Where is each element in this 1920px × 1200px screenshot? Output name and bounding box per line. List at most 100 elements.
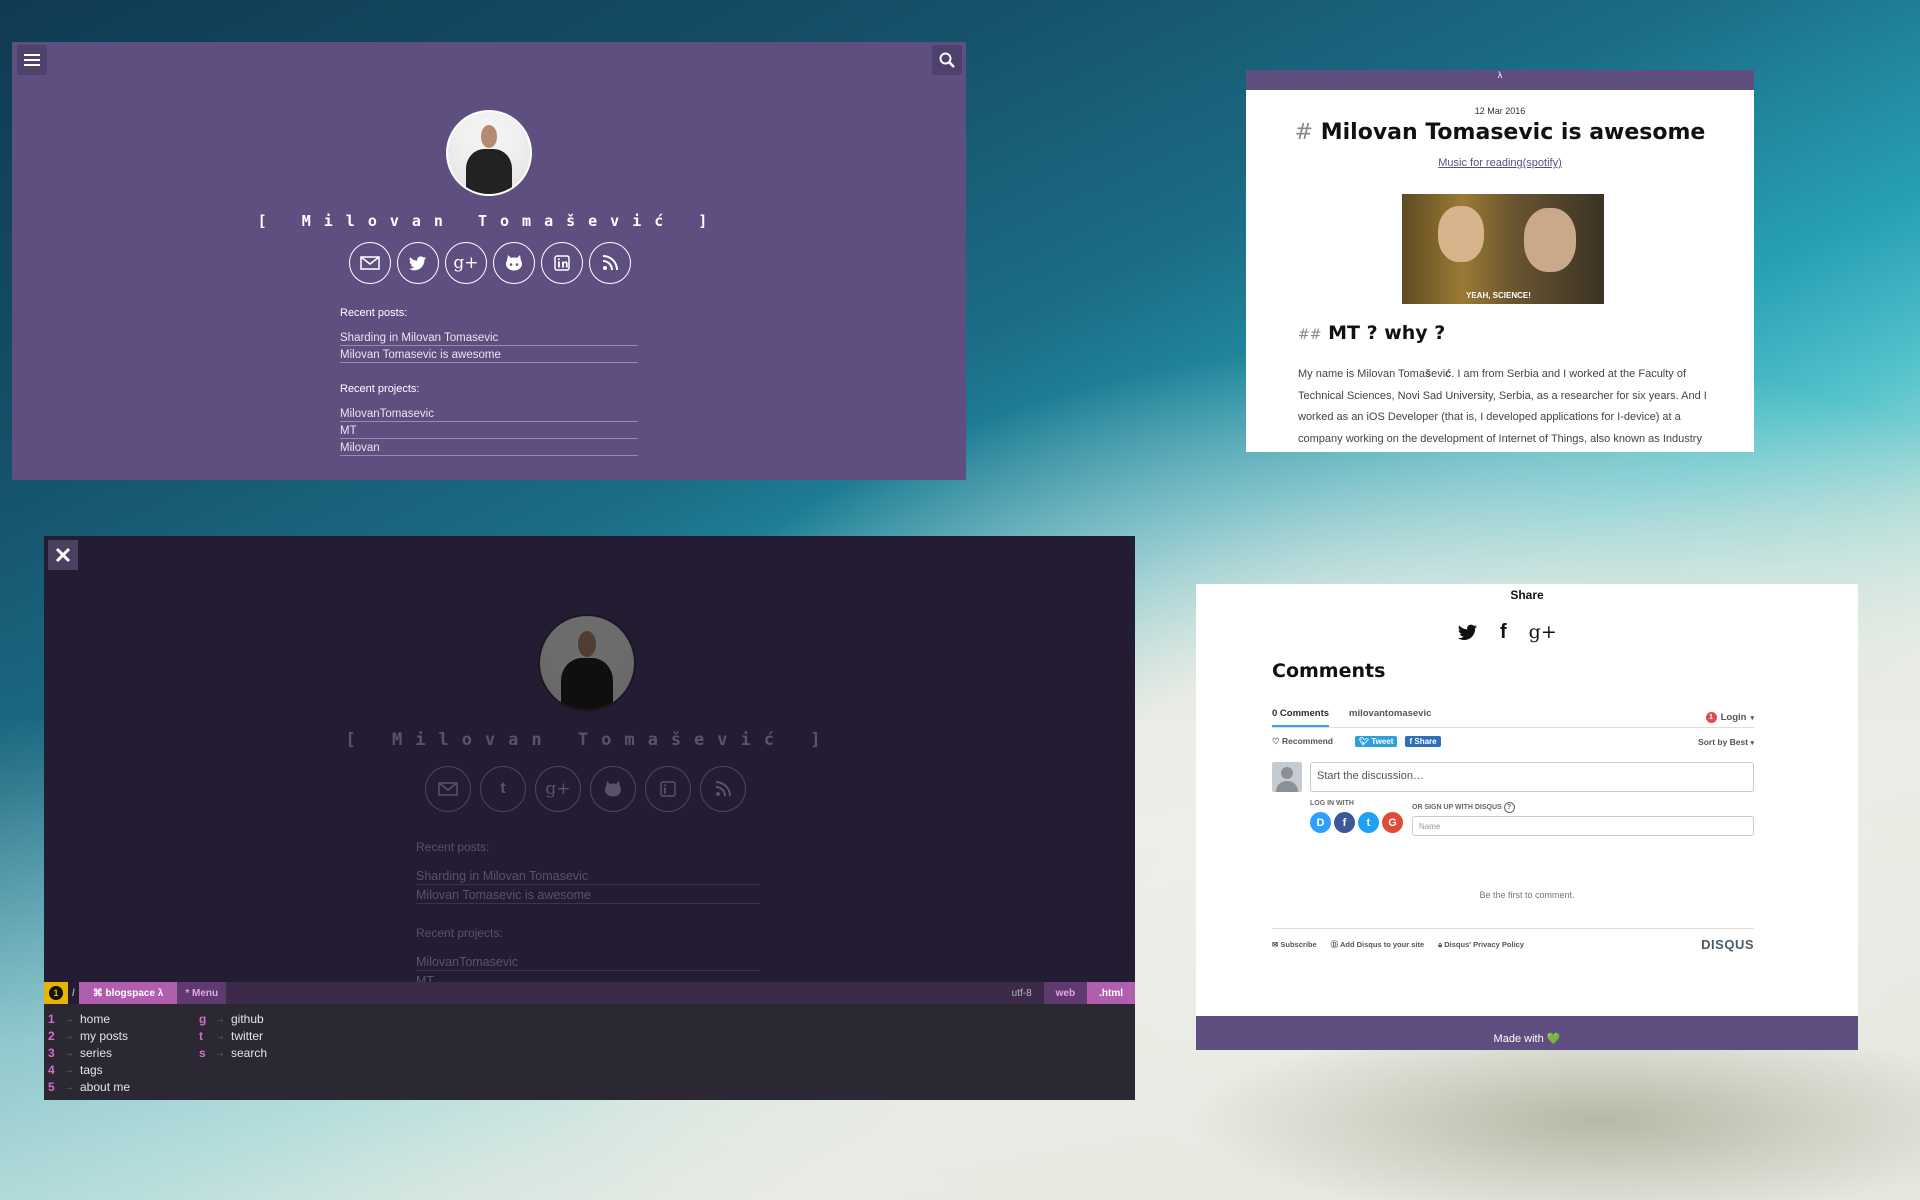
arrow: →: [64, 1064, 74, 1076]
twitter-icon[interactable]: [397, 242, 439, 284]
status-num: 1: [49, 986, 63, 1000]
privacy-link[interactable]: 🔒︎ Disqus' Privacy Policy: [1438, 940, 1524, 950]
avatar-dim: [538, 614, 636, 712]
arrow: →: [64, 1013, 74, 1025]
linkedin-icon[interactable]: [645, 766, 691, 812]
status-web: web: [1043, 982, 1088, 1004]
facebook-share-button[interactable]: f Share: [1405, 736, 1441, 747]
rss-icon[interactable]: [700, 766, 746, 812]
google-plus-share-icon[interactable]: g+: [1529, 623, 1557, 646]
close-button[interactable]: [48, 540, 78, 570]
search-icon: [939, 52, 955, 68]
recent-posts-list: Sharding in Milovan Tomasevic Milovan To…: [340, 329, 638, 363]
google-login-icon[interactable]: G: [1382, 812, 1403, 833]
comments-window: Share f g+ Comments 0 Comments milovanto…: [1196, 584, 1858, 1050]
post-link[interactable]: Milovan Tomasevic is awesome: [340, 346, 638, 363]
post-title-text: Milovan Tomasevic is awesome: [1320, 120, 1706, 145]
project-link[interactable]: Milovan: [340, 439, 638, 456]
login-services: D f t G: [1310, 812, 1403, 833]
subscribe-label: Subscribe: [1280, 940, 1317, 949]
project-link[interactable]: MT: [340, 422, 638, 439]
hash-mark: #: [1294, 120, 1314, 145]
project-link[interactable]: MilovanTomasevic: [416, 952, 760, 971]
menu-key: 1: [48, 1012, 55, 1026]
status-slash: /: [68, 982, 79, 1004]
profile-name-dim: [ Milovan Tomašević ]: [345, 730, 834, 750]
status-menu[interactable]: * Menu: [177, 982, 227, 1004]
discussion-input[interactable]: Start the discussion…: [1310, 762, 1754, 792]
recent-posts-list-dim: Sharding in Milovan Tomasevic Milovan To…: [416, 866, 760, 904]
recent-projects-list-dim: MilovanTomasevic MT: [416, 952, 760, 982]
menu-item-my-posts[interactable]: 2 → my posts: [48, 1029, 128, 1043]
google-plus-icon[interactable]: g+: [445, 242, 487, 284]
chevron-down-icon: ▾: [1750, 739, 1754, 747]
github-icon[interactable]: [493, 242, 535, 284]
first-comment-text: Be the first to comment.: [1479, 890, 1575, 900]
tab-site[interactable]: milovantomasevic: [1349, 708, 1431, 727]
music-link[interactable]: Music for reading(spotify): [1246, 157, 1754, 169]
arrow: →: [64, 1081, 74, 1093]
close-icon: [55, 547, 71, 563]
hamburger-menu-button[interactable]: [17, 45, 47, 75]
twitter-icon[interactable]: t: [480, 766, 526, 812]
add-disqus-link[interactable]: Ⓓ Add Disqus to your site: [1331, 939, 1425, 950]
para-part: My name is Milovan Toma: [1298, 368, 1425, 380]
section-heading-text: MT ? why ?: [1328, 322, 1446, 344]
mail-icon[interactable]: [349, 242, 391, 284]
para-part: evi: [1431, 368, 1446, 380]
log-in-with-label: LOG IN WITH: [1310, 800, 1354, 807]
search-button[interactable]: [932, 45, 962, 75]
menu-key: 4: [48, 1063, 55, 1077]
menu-item-about-me[interactable]: 5 → about me: [48, 1080, 130, 1094]
menu-item-tags[interactable]: 4 → tags: [48, 1063, 103, 1077]
post-topbar: λ: [1246, 70, 1754, 90]
disqus-actions: ♡ Recommend 🐦︎ Tweet f Share Sort by Bes…: [1272, 736, 1754, 747]
subscribe-link[interactable]: ✉ Subscribe: [1272, 940, 1317, 949]
menu-item-search[interactable]: s → search: [199, 1046, 267, 1060]
status-blogspace: ⌘ blogspace λ: [78, 982, 178, 1004]
menu-label: twitter: [231, 1029, 264, 1043]
tweet-button[interactable]: 🐦︎ Tweet: [1355, 736, 1398, 747]
help-icon[interactable]: ?: [1503, 802, 1515, 813]
sort-dropdown[interactable]: Sort by Best ▾: [1698, 737, 1754, 747]
twitter-icon: 🐦︎: [1359, 737, 1370, 746]
post-link[interactable]: Sharding in Milovan Tomasevic: [416, 866, 760, 885]
recent-projects-label-dim: Recent projects:: [416, 926, 503, 940]
post-link[interactable]: Milovan Tomasevic is awesome: [416, 885, 760, 904]
name-field[interactable]: Name: [1412, 816, 1754, 836]
avatar: [446, 110, 532, 196]
project-link[interactable]: MilovanTomasevic: [340, 405, 638, 422]
disqus-login-icon[interactable]: D: [1310, 812, 1331, 833]
recent-projects-label: Recent projects:: [340, 383, 420, 395]
comments-title: Comments: [1272, 660, 1386, 682]
tab-comments[interactable]: 0 Comments: [1272, 708, 1330, 727]
disqus-logo[interactable]: DISQUS: [1701, 937, 1754, 952]
menu-item-twitter[interactable]: t → twitter: [199, 1029, 263, 1043]
mail-icon[interactable]: [425, 766, 471, 812]
recent-posts-label-dim: Recent posts:: [416, 840, 490, 854]
post-link[interactable]: Sharding in Milovan Tomasevic: [340, 329, 638, 346]
facebook-share-icon[interactable]: f: [1500, 622, 1507, 646]
menu-overlay-window: [ Milovan Tomašević ] t g+ Recent posts:…: [44, 536, 1135, 1100]
menu-key: t: [199, 1029, 203, 1043]
google-plus-icon[interactable]: g+: [535, 766, 581, 812]
twitter-login-icon[interactable]: t: [1358, 812, 1379, 833]
twitter-share-icon[interactable]: [1458, 624, 1478, 646]
science-gif: YEAH, SCIENCE!: [1402, 194, 1604, 304]
notification-badge: 1: [1705, 712, 1717, 723]
login-button[interactable]: 1 Login ▾: [1705, 708, 1754, 727]
arrow: →: [215, 1047, 225, 1059]
menu-label: series: [80, 1046, 113, 1060]
linkedin-icon[interactable]: [541, 242, 583, 284]
menu-item-series[interactable]: 3 → series: [48, 1046, 112, 1060]
menu-item-github[interactable]: g → github: [199, 1012, 264, 1026]
arrow: →: [215, 1030, 225, 1042]
made-with-footer: Made with 💚: [1196, 1016, 1858, 1050]
menu-item-home[interactable]: 1 → home: [48, 1012, 110, 1026]
recommend-button[interactable]: ♡ Recommend: [1272, 736, 1333, 747]
github-icon[interactable]: [590, 766, 636, 812]
facebook-login-icon[interactable]: f: [1334, 812, 1355, 833]
project-link[interactable]: MT: [416, 971, 760, 982]
menu-key: 2: [48, 1029, 55, 1043]
rss-icon[interactable]: [589, 242, 631, 284]
